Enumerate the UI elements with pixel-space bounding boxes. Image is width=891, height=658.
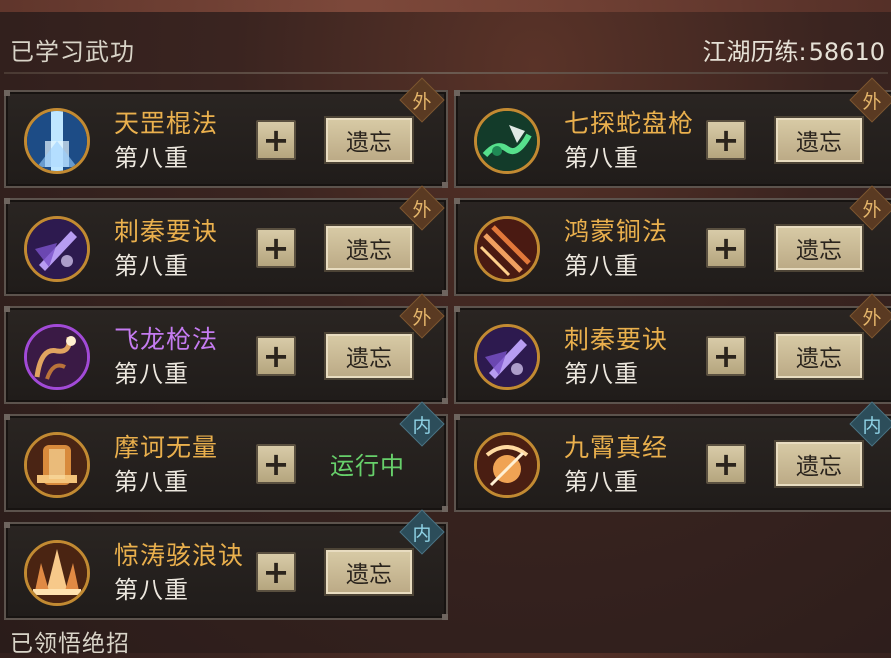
purple-blade-icon — [24, 216, 90, 282]
upgrade-button[interactable]: + — [256, 120, 296, 160]
plus-icon: + — [712, 229, 740, 267]
experience-value: 58610 — [808, 38, 885, 66]
upgrade-button[interactable]: + — [256, 228, 296, 268]
upgrade-button[interactable]: + — [256, 444, 296, 484]
plus-icon: + — [262, 337, 290, 375]
skill-name: 刺秦要诀 — [564, 325, 669, 354]
forget-button[interactable]: 遗忘 — [774, 224, 864, 272]
upgrade-button[interactable]: + — [256, 336, 296, 376]
upgrade-button[interactable]: + — [706, 228, 746, 268]
skill-name: 飞龙枪法 — [114, 325, 219, 354]
skill-name: 摩诃无量 — [114, 433, 219, 462]
skill-name: 七探蛇盘枪 — [564, 109, 695, 138]
forget-button[interactable]: 遗忘 — [324, 332, 414, 380]
skill-name: 九霄真经 — [564, 433, 669, 462]
radiant-palm-icon — [474, 432, 540, 498]
type-label: 外 — [862, 306, 882, 329]
learned-skills-title: 已学习武功 — [10, 38, 135, 66]
skill-card[interactable]: 九霄真经 第八重 + 遗忘 内 — [454, 401, 891, 512]
plus-icon: + — [262, 445, 290, 483]
plus-icon: + — [712, 121, 740, 159]
skill-card[interactable]: 天罡棍法 第八重 + 遗忘 外 — [4, 77, 448, 188]
type-label: 外 — [862, 90, 882, 113]
purple-blade-icon — [474, 324, 540, 390]
skill-card[interactable]: 刺秦要诀 第八重 + 遗忘 外 — [4, 185, 448, 296]
skill-name: 鸿蒙锏法 — [564, 217, 669, 246]
top-decor-strip — [0, 0, 891, 12]
type-label: 内 — [412, 414, 432, 437]
crossed-maces-icon — [474, 216, 540, 282]
skill-level: 第八重 — [564, 360, 639, 388]
type-label: 外 — [412, 306, 432, 329]
forget-button[interactable]: 遗忘 — [324, 548, 414, 596]
skill-level: 第八重 — [114, 468, 189, 496]
forget-button[interactable]: 遗忘 — [324, 116, 414, 164]
plus-icon: + — [712, 337, 740, 375]
forget-button[interactable]: 遗忘 — [774, 116, 864, 164]
flying-dragon-icon — [24, 324, 90, 390]
type-label: 外 — [412, 90, 432, 113]
skill-card[interactable]: 摩诃无量 第八重 + 运行中 内 — [4, 401, 448, 512]
inner-type-badge: 内 — [399, 401, 445, 447]
skill-name: 天罡棍法 — [114, 109, 219, 138]
plus-icon: + — [262, 121, 290, 159]
light-beam-icon — [24, 108, 90, 174]
skill-name: 惊涛骇浪诀 — [114, 541, 245, 570]
skill-card[interactable]: 刺秦要诀 第八重 + 遗忘 外 — [454, 293, 891, 404]
experience-readout: 江湖历练:58610 — [703, 32, 885, 67]
skill-level: 第八重 — [564, 144, 639, 172]
upgrade-button[interactable]: + — [256, 552, 296, 592]
golden-bell-icon — [24, 432, 90, 498]
skill-level: 第八重 — [114, 252, 189, 280]
type-label: 外 — [862, 198, 882, 221]
wave-burst-icon — [24, 540, 90, 606]
skill-level: 第八重 — [114, 144, 189, 172]
upgrade-button[interactable]: + — [706, 120, 746, 160]
type-label: 内 — [862, 414, 882, 437]
skill-level: 第八重 — [114, 360, 189, 388]
skill-name: 刺秦要诀 — [114, 217, 219, 246]
serpent-spear-icon — [474, 108, 540, 174]
plus-icon: + — [262, 229, 290, 267]
plus-icon: + — [262, 553, 290, 591]
skill-card[interactable]: 惊涛骇浪诀 第八重 + 遗忘 内 — [4, 509, 448, 620]
upgrade-button[interactable]: + — [706, 444, 746, 484]
skill-card[interactable]: 七探蛇盘枪 第八重 + 遗忘 外 — [454, 77, 891, 188]
type-label: 外 — [412, 198, 432, 221]
skill-card[interactable]: 鸿蒙锏法 第八重 + 遗忘 外 — [454, 185, 891, 296]
header-divider — [4, 72, 888, 74]
forget-button[interactable]: 遗忘 — [324, 224, 414, 272]
skill-card[interactable]: 飞龙枪法 第八重 + 遗忘 外 — [4, 293, 448, 404]
skill-level: 第八重 — [114, 576, 189, 604]
upgrade-button[interactable]: + — [706, 336, 746, 376]
running-status: 运行中 — [330, 452, 405, 480]
experience-label: 江湖历练: — [702, 38, 807, 66]
skill-level: 第八重 — [564, 468, 639, 496]
learned-header: 已学习武功 江湖历练:58610 — [0, 22, 891, 70]
skill-level: 第八重 — [564, 252, 639, 280]
forget-button[interactable]: 遗忘 — [774, 332, 864, 380]
type-label: 内 — [412, 522, 432, 545]
plus-icon: + — [712, 445, 740, 483]
forget-button[interactable]: 遗忘 — [774, 440, 864, 488]
